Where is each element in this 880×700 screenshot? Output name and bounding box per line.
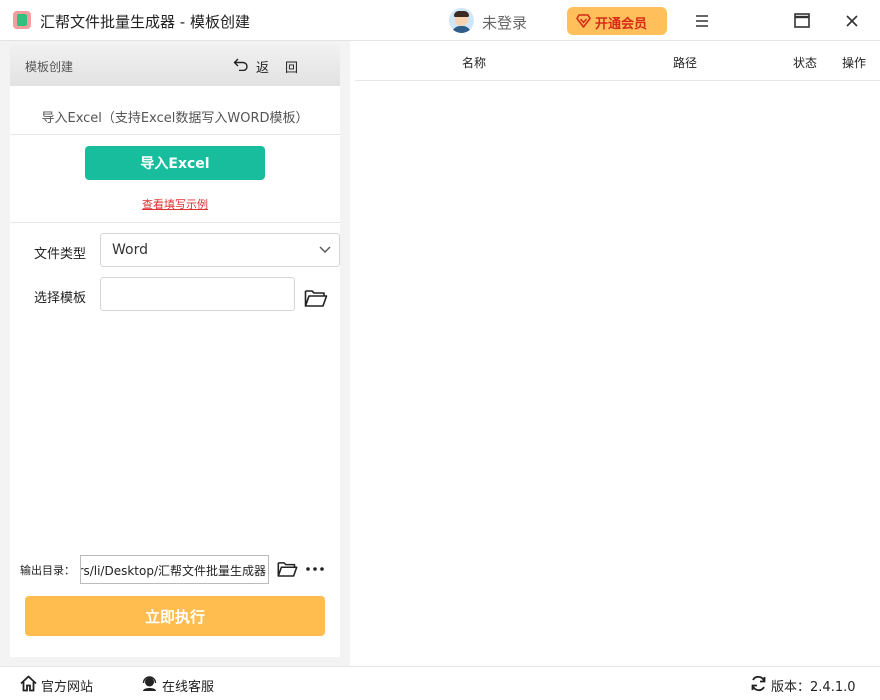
close-icon[interactable] — [840, 9, 864, 33]
support-label: 在线客服 — [162, 680, 215, 695]
output-dir-input[interactable]: rs/li/Desktop/汇帮文件批量生成器 — [80, 555, 269, 584]
import-description: 导入Excel（支持Excel数据写入WORD模板） — [41, 111, 309, 126]
version-prefix: 版本： — [771, 680, 811, 695]
panel-title: 模板创建 — [25, 60, 74, 74]
version-label: 版本：2.4.1.0 — [771, 676, 856, 695]
template-label: 选择模板 — [34, 291, 87, 306]
window-title: 汇帮文件批量生成器 - 模板创建 — [40, 13, 250, 31]
left-panel: 模板创建 返 回 导入Excel（支持Excel数据写入WORD模板） 导入Ex… — [10, 45, 340, 657]
file-list-panel: 名称 路径 状态 操作 — [350, 41, 880, 666]
website-label: 官方网站 — [41, 680, 94, 695]
import-excel-button[interactable]: 导入Excel — [85, 146, 265, 180]
refresh-icon[interactable] — [750, 675, 767, 692]
back-button-label: 返 — [256, 61, 270, 76]
divider — [10, 222, 340, 223]
column-name: 名称 — [462, 56, 487, 70]
diamond-icon — [576, 14, 591, 28]
folder-open-icon[interactable] — [277, 560, 298, 578]
version-number: 2.4.1.0 — [810, 680, 856, 695]
chevron-down-icon — [319, 246, 331, 253]
app-logo-icon — [13, 11, 31, 29]
panel-header: 模板创建 返 回 — [10, 45, 340, 86]
column-path: 路径 — [673, 56, 698, 70]
home-icon — [20, 675, 37, 692]
column-status: 状态 — [793, 56, 818, 70]
title-bar: 汇帮文件批量生成器 - 模板创建 未登录 开通会员 — [0, 0, 880, 41]
folder-open-icon[interactable] — [304, 288, 328, 308]
panel-extra-label[interactable]: 回 — [285, 57, 298, 76]
divider — [10, 134, 340, 135]
menu-icon[interactable] — [690, 9, 714, 33]
vip-button-label: 开通会员 — [595, 17, 648, 32]
vip-button[interactable]: 开通会员 — [567, 7, 667, 35]
file-type-label: 文件类型 — [34, 247, 87, 262]
table-header: 名称 路径 状态 操作 — [355, 41, 880, 81]
run-button[interactable]: 立即执行 — [25, 596, 325, 636]
template-input[interactable] — [100, 277, 295, 311]
avatar[interactable] — [449, 8, 474, 33]
login-status[interactable]: 未登录 — [482, 12, 527, 33]
status-bar: 官方网站 在线客服 版本：2.4.1.0 — [0, 666, 880, 700]
column-action: 操作 — [842, 56, 867, 70]
file-type-select[interactable]: Word — [100, 233, 340, 267]
file-type-value: Word — [112, 242, 148, 258]
output-dir-value: rs/li/Desktop/汇帮文件批量生成器 — [80, 564, 266, 578]
more-icon[interactable] — [305, 560, 325, 578]
output-dir-label: 输出目录： — [20, 564, 75, 577]
headset-icon — [142, 676, 157, 691]
back-arrow-icon — [233, 58, 248, 71]
maximize-icon[interactable] — [790, 9, 814, 33]
example-link[interactable]: 查看填写示例 — [10, 196, 340, 212]
